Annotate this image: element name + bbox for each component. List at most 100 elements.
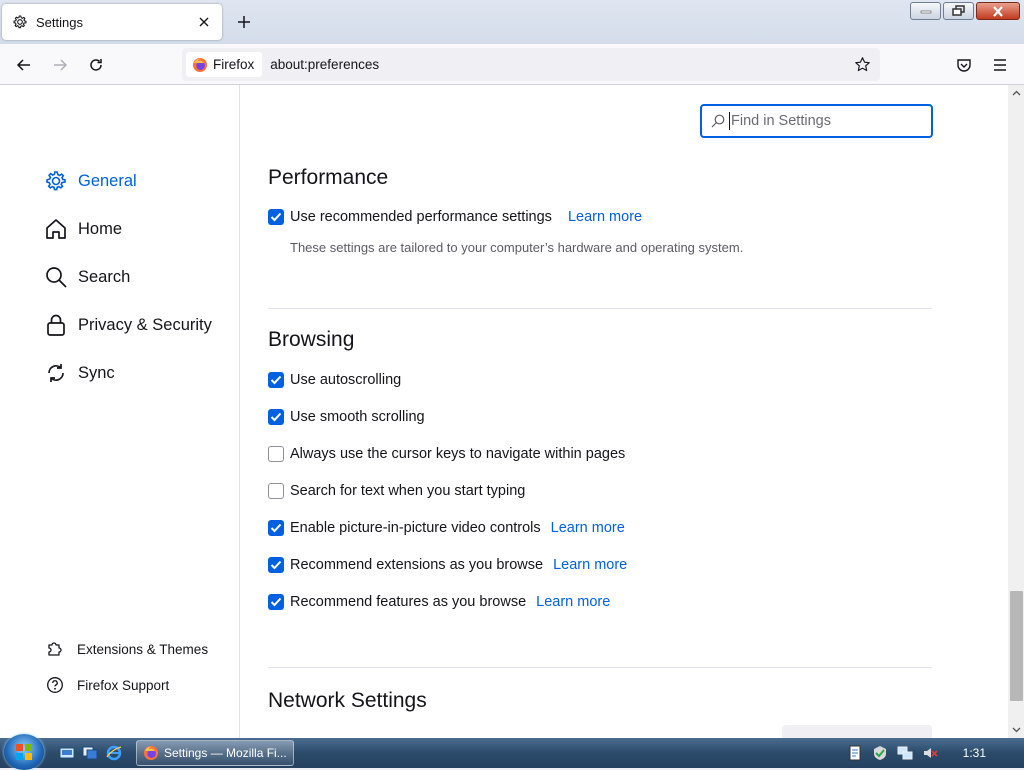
category-privacy[interactable]: Privacy & Security xyxy=(44,310,212,340)
tab-settings[interactable]: Settings xyxy=(2,4,222,40)
internet-explorer-icon[interactable] xyxy=(106,745,122,761)
performance-heading: Performance xyxy=(268,166,389,189)
start-button[interactable] xyxy=(4,734,44,770)
switch-windows-icon[interactable] xyxy=(82,745,98,761)
section-divider xyxy=(268,667,932,668)
smooth-scrolling-option[interactable]: Use smooth scrolling xyxy=(268,407,425,427)
taskbar-clock[interactable]: 1:31 xyxy=(963,746,986,760)
category-home[interactable]: Home xyxy=(44,214,122,244)
performance-description: These settings are tailored to your comp… xyxy=(290,240,744,255)
checkbox-checked[interactable] xyxy=(268,409,284,425)
checkbox-checked[interactable] xyxy=(268,520,284,536)
network-settings-heading: Network Settings xyxy=(268,689,427,712)
app-menu-button[interactable] xyxy=(987,52,1013,78)
category-label: Privacy & Security xyxy=(78,315,212,334)
option-label: Always use the cursor keys to navigate w… xyxy=(290,446,626,462)
url-text[interactable]: about:preferences xyxy=(270,57,852,72)
close-window-button[interactable] xyxy=(976,2,1020,20)
tab-title: Settings xyxy=(36,14,83,30)
option-label: Recommend features as you browse xyxy=(290,594,527,610)
recommend-features-option[interactable]: Recommend features as you browse Learn m… xyxy=(268,592,610,612)
forward-button[interactable] xyxy=(47,52,73,78)
document-icon[interactable] xyxy=(847,745,863,761)
taskbar-window-label: Settings — Mozilla Fi... xyxy=(164,746,287,760)
system-tray xyxy=(838,738,1024,768)
recommended-performance-option[interactable]: Use recommended performance settings Lea… xyxy=(268,207,642,227)
checkbox-checked[interactable] xyxy=(268,209,284,225)
picture-in-picture-option[interactable]: Enable picture-in-picture video controls… xyxy=(268,518,625,538)
scroll-thumb[interactable] xyxy=(1010,591,1023,701)
autoscrolling-option[interactable]: Use autoscrolling xyxy=(268,370,401,390)
firefox-logo-icon xyxy=(193,57,207,72)
category-label: General xyxy=(78,171,137,190)
close-tab-icon[interactable] xyxy=(196,14,212,30)
extensions-themes-label: Extensions & Themes xyxy=(77,641,209,657)
option-label: Enable picture-in-picture video controls xyxy=(290,520,541,536)
puzzle-icon xyxy=(46,640,64,658)
minimize-button[interactable] xyxy=(910,2,941,20)
firefox-support-link[interactable]: Firefox Support xyxy=(46,674,169,696)
home-icon xyxy=(44,217,68,241)
search-when-typing-option[interactable]: Search for text when you start typing xyxy=(268,481,525,501)
category-general[interactable]: General xyxy=(44,166,137,196)
search-icon xyxy=(44,265,68,289)
tab-strip: Settings xyxy=(0,0,1024,44)
find-in-settings-input[interactable]: Find in Settings xyxy=(700,104,933,138)
option-label: Use recommended performance settings xyxy=(290,209,552,225)
network-icon[interactable] xyxy=(897,745,913,761)
taskbar: Settings — Mozilla Fi... 1:31 xyxy=(0,734,1024,770)
windows-logo-icon xyxy=(16,744,32,760)
extensions-themes-link[interactable]: Extensions & Themes xyxy=(46,638,208,660)
checkbox-checked[interactable] xyxy=(268,372,284,388)
learn-more-link[interactable]: Learn more xyxy=(553,557,627,573)
show-desktop-icon[interactable] xyxy=(59,745,75,761)
categories-sidebar: General Home Search Privacy & Security S… xyxy=(0,85,240,738)
option-label: Recommend extensions as you browse xyxy=(290,557,544,573)
help-icon xyxy=(46,676,64,694)
option-label: Search for text when you start typing xyxy=(290,483,526,499)
category-label: Sync xyxy=(78,363,115,382)
recommend-extensions-option[interactable]: Recommend extensions as you browse Learn… xyxy=(268,555,627,575)
lock-icon xyxy=(44,313,68,337)
network-settings-button[interactable] xyxy=(782,725,932,738)
scroll-down-arrow-icon[interactable] xyxy=(1008,722,1024,738)
search-icon xyxy=(711,114,725,128)
learn-more-link[interactable]: Learn more xyxy=(536,594,610,610)
window-controls xyxy=(910,2,1020,20)
category-label: Search xyxy=(78,267,131,286)
search-placeholder: Find in Settings xyxy=(731,113,831,129)
checkbox-unchecked[interactable] xyxy=(268,446,284,462)
checkbox-checked[interactable] xyxy=(268,594,284,610)
gear-icon xyxy=(12,14,28,30)
option-label: Use autoscrolling xyxy=(290,372,402,388)
pocket-icon[interactable] xyxy=(951,52,977,78)
category-search[interactable]: Search xyxy=(44,262,130,292)
vertical-scrollbar[interactable] xyxy=(1008,85,1024,738)
browsing-heading: Browsing xyxy=(268,328,355,351)
cursor-keys-option[interactable]: Always use the cursor keys to navigate w… xyxy=(268,444,625,464)
option-label: Use smooth scrolling xyxy=(290,409,425,425)
learn-more-link[interactable]: Learn more xyxy=(551,520,625,536)
identity-label: Firefox xyxy=(213,57,255,72)
checkbox-unchecked[interactable] xyxy=(268,483,284,499)
firefox-support-label: Firefox Support xyxy=(77,677,170,693)
reload-button[interactable] xyxy=(83,52,109,78)
scroll-up-arrow-icon[interactable] xyxy=(1008,85,1024,101)
learn-more-link[interactable]: Learn more xyxy=(568,209,642,225)
restore-button[interactable] xyxy=(943,2,974,20)
category-label: Home xyxy=(78,219,123,238)
gear-icon xyxy=(44,169,68,193)
section-divider xyxy=(268,308,932,309)
bookmark-star-icon[interactable] xyxy=(852,55,872,75)
identity-box[interactable]: Firefox xyxy=(186,52,263,77)
taskbar-firefox-window[interactable]: Settings — Mozilla Fi... xyxy=(136,740,294,766)
checkbox-checked[interactable] xyxy=(268,557,284,573)
category-sync[interactable]: Sync xyxy=(44,358,115,388)
volume-muted-icon[interactable] xyxy=(922,745,938,761)
new-tab-button[interactable] xyxy=(234,12,254,32)
action-center-icon[interactable] xyxy=(872,745,888,761)
sync-icon xyxy=(44,361,68,385)
url-bar[interactable]: Firefox about:preferences xyxy=(182,48,880,81)
back-button[interactable] xyxy=(11,52,37,78)
firefox-logo-icon xyxy=(144,746,158,760)
